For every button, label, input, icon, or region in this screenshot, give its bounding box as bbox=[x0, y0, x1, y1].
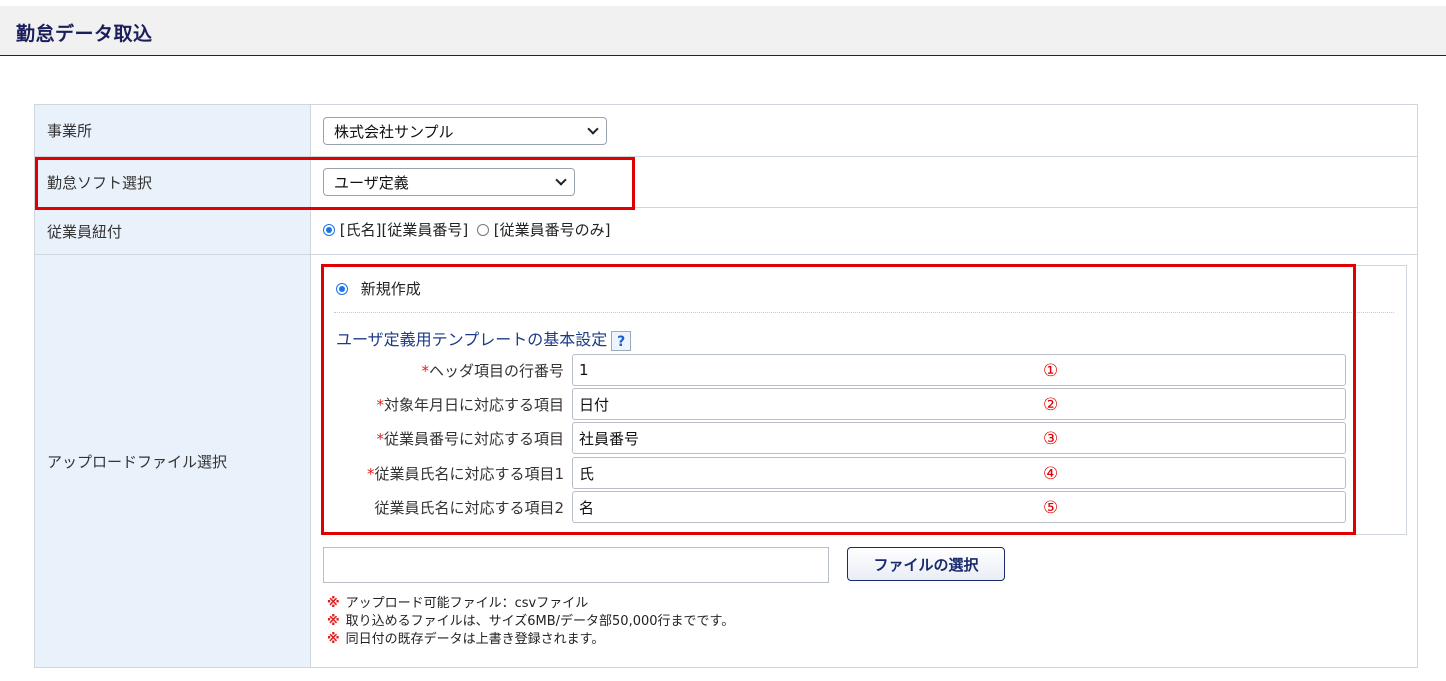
radio-number-only[interactable] bbox=[476, 223, 489, 236]
note-text: 同日付の既存データは上書き登録されます。 bbox=[345, 632, 605, 647]
office-select-value: 株式会社サンプル bbox=[334, 122, 454, 141]
employee-link-row: 従業員紐付 [氏名][従業員番号] [従業員番号のみ] bbox=[35, 208, 1417, 255]
highlight-box-software bbox=[35, 157, 635, 210]
note-text: 取り込めるファイルは、サイズ6MB/データ部50,000行までです。 bbox=[345, 614, 735, 629]
radio-name-and-number-label[interactable]: [氏名][従業員番号] bbox=[340, 221, 468, 239]
note-item: ※ アップロード可能ファイル：csvファイル bbox=[327, 595, 734, 613]
employee-link-label: 従業員紐付 bbox=[35, 208, 311, 254]
chevron-down-icon bbox=[587, 123, 599, 135]
radio-number-only-label[interactable]: [従業員番号のみ] bbox=[494, 221, 611, 239]
upload-label: アップロードファイル選択 bbox=[35, 255, 311, 667]
note-mark: ※ bbox=[327, 632, 340, 647]
note-mark: ※ bbox=[327, 614, 340, 629]
office-label: 事業所 bbox=[35, 105, 311, 156]
note-text: アップロード可能ファイル：csvファイル bbox=[345, 596, 589, 611]
office-row: 事業所 株式会社サンプル bbox=[35, 105, 1417, 157]
highlight-box-template bbox=[321, 264, 1356, 535]
page-header: 勤怠データ取込 bbox=[0, 6, 1446, 56]
choose-file-button[interactable]: ファイルの選択 bbox=[847, 547, 1005, 581]
upload-notes: ※ アップロード可能ファイル：csvファイル ※ 取り込めるファイルは、サイズ6MB/… bbox=[327, 595, 734, 649]
radio-name-and-number[interactable] bbox=[323, 223, 335, 236]
note-item: ※ 同日付の既存データは上書き登録されます。 bbox=[327, 631, 734, 649]
page-title: 勤怠データ取込 bbox=[16, 23, 153, 45]
note-item: ※ 取り込めるファイルは、サイズ6MB/データ部50,000行までです。 bbox=[327, 613, 734, 631]
office-select[interactable]: 株式会社サンプル bbox=[323, 117, 607, 145]
note-mark: ※ bbox=[327, 596, 340, 611]
file-path-input[interactable] bbox=[323, 547, 829, 583]
